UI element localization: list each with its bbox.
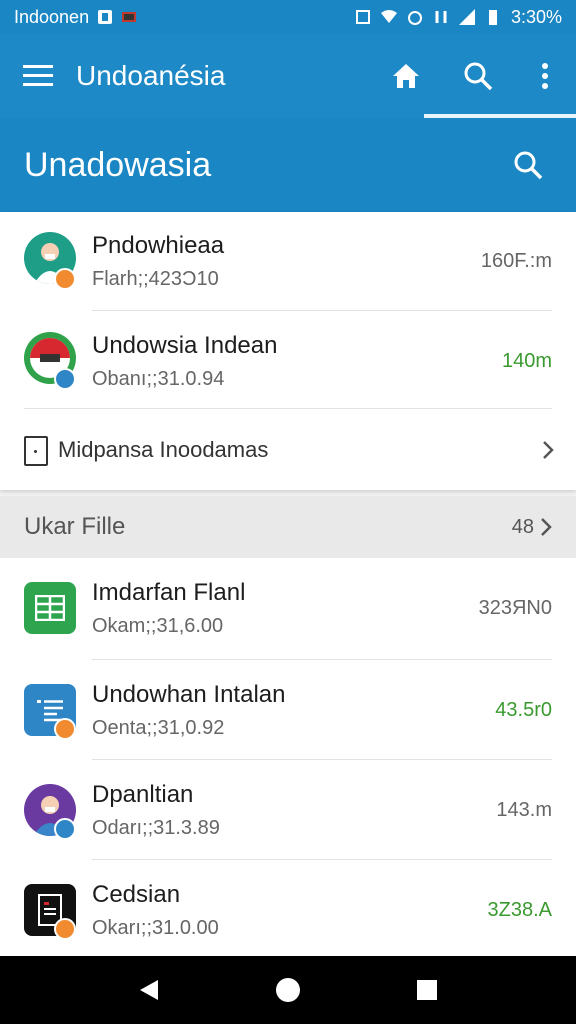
list-item[interactable]: Undowsia Indean Obanı;;31.0.94 140m	[0, 312, 576, 410]
file-meta: 43.5r0	[495, 698, 552, 721]
section-title: Ukar Fille	[24, 513, 126, 540]
banner-search-button[interactable]	[504, 141, 552, 189]
carrier-label: Indoonen	[14, 6, 90, 27]
item-subtitle: Obanı;;31.0.94	[92, 367, 225, 390]
more-vert-icon	[542, 63, 548, 89]
item-name: Undowsia Indean	[92, 331, 278, 359]
back-icon	[140, 980, 159, 1000]
document-icon	[24, 436, 48, 466]
more-link-label: Midpansa Inoodamas	[58, 437, 269, 462]
item-subtitle: Flarh;;423Ɔ10	[92, 267, 219, 290]
file-subtitle: Okarı;;31.0.00	[92, 916, 219, 939]
notification-icon	[98, 10, 113, 24]
item-name: Pndowhieaa	[92, 231, 225, 259]
file-name: Imdarfan Flanl	[92, 578, 246, 606]
item-meta: 140m	[501, 349, 552, 372]
file-subtitle: Oenta;;31,0.92	[92, 716, 225, 739]
section-count: 48	[511, 515, 534, 538]
chevron-right-icon	[541, 518, 552, 536]
home-circle-icon	[275, 978, 300, 1002]
signal-icon	[458, 9, 475, 25]
status-badge	[54, 268, 76, 290]
file-meta: 143.m	[496, 798, 552, 821]
file-row[interactable]: Dpanltian Odarı;;31.3.89 143.m	[0, 760, 576, 860]
search-banner: Unadowasia	[0, 118, 576, 212]
file-name: Dpanltian	[92, 780, 194, 808]
nfc-icon	[355, 10, 370, 24]
section-header[interactable]: Ukar Fille 48	[0, 496, 576, 558]
divider	[92, 310, 552, 311]
file-row[interactable]: Imdarfan Flanl Okam;;31,6.00 323ЯN0	[0, 558, 576, 658]
status-badge	[54, 368, 76, 390]
file-list: Imdarfan Flanl Okam;;31,6.00 323ЯN0 Undo…	[0, 558, 576, 956]
file-subtitle: Odarı;;31.3.89	[92, 816, 220, 839]
app-title: Undoanésia	[76, 60, 226, 91]
alarm-icon	[407, 11, 422, 25]
recents-button[interactable]	[407, 970, 447, 1010]
file-subtitle: Okam;;31,6.00	[92, 614, 224, 637]
status-badge	[54, 818, 76, 840]
divider	[24, 408, 552, 409]
file-meta: 323ЯN0	[478, 596, 552, 619]
chevron-right-icon	[543, 441, 554, 459]
home-button[interactable]	[370, 34, 442, 118]
navigation-bar	[0, 956, 576, 1024]
menu-icon	[23, 65, 53, 86]
status-badge	[54, 918, 76, 940]
menu-button[interactable]	[0, 34, 76, 118]
search-icon	[514, 151, 543, 180]
battery-icon	[488, 10, 497, 25]
file-row[interactable]: Undowhan Intalan Oenta;;31,0.92 43.5r0	[0, 660, 576, 760]
banner-title: Unadowasia	[24, 145, 212, 184]
status-bar: Indoonen 3:30%	[0, 0, 576, 34]
app-bar: Undoanésia	[0, 34, 576, 118]
more-link-row[interactable]: Midpansa Inoodamas	[0, 410, 576, 490]
search-icon	[464, 62, 493, 91]
item-meta: 160F.:m	[480, 249, 552, 272]
more-options-button[interactable]	[514, 34, 576, 118]
home-icon	[393, 64, 419, 88]
file-name: Cedsian	[92, 880, 181, 908]
home-nav-button[interactable]	[268, 970, 308, 1010]
file-name: Undowhan Intalan	[92, 680, 286, 708]
search-button[interactable]	[442, 34, 514, 118]
data-icon	[435, 11, 447, 23]
status-badge	[54, 718, 76, 740]
app-notification-icon	[122, 12, 137, 22]
recents-icon	[416, 980, 437, 1000]
list-item[interactable]: Pndowhieaa Flarh;;423Ɔ10 160F.:m	[0, 212, 576, 310]
spreadsheet-icon	[24, 582, 76, 634]
back-button[interactable]	[129, 970, 169, 1010]
file-row[interactable]: Cedsian Okarı;;31.0.00 3Z38.A	[0, 860, 576, 960]
wifi-icon	[380, 10, 397, 23]
file-meta: 3Z38.A	[487, 898, 552, 921]
clock: 3:30%	[510, 6, 562, 27]
